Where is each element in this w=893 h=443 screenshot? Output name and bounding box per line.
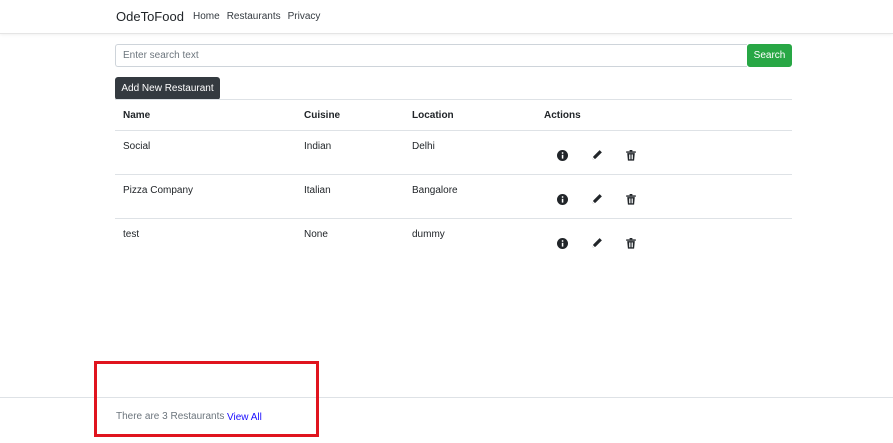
restaurants-table: Name Cuisine Location Actions Social Indi…: [115, 99, 792, 263]
cell-cuisine: None: [304, 229, 328, 240]
cell-name: test: [123, 229, 140, 240]
cell-name: Pizza Company: [115, 174, 296, 219]
trash-icon[interactable]: [622, 148, 639, 162]
view-all-link[interactable]: View All: [227, 412, 262, 423]
restaurant-count-text: There are 3 Restaurants: [116, 411, 225, 422]
cell-actions: [536, 174, 792, 219]
row-actions: [544, 236, 784, 250]
pencil-icon[interactable]: [588, 192, 605, 206]
brand-link[interactable]: OdeToFood: [116, 9, 184, 24]
trash-icon[interactable]: [622, 192, 639, 206]
nav-restaurants-link[interactable]: Restaurants: [227, 11, 281, 22]
search-button[interactable]: Search: [747, 44, 792, 67]
row-actions: [544, 148, 784, 162]
row-actions: [544, 192, 784, 206]
cell-location: Delhi: [404, 130, 536, 175]
add-restaurant-button[interactable]: Add New Restaurant: [115, 77, 220, 100]
cell-location: dummy: [412, 229, 445, 240]
navbar: OdeToFood Home Restaurants Privacy: [0, 0, 893, 34]
table-row: Social Indian Delhi: [115, 130, 792, 175]
pencil-icon[interactable]: [588, 236, 605, 250]
header-name: Name: [115, 99, 296, 131]
table-row: Pizza Company Italian Bangalore: [115, 174, 792, 219]
cell-actions: [536, 219, 792, 263]
table-header-row: Name Cuisine Location Actions: [115, 99, 792, 131]
nav-privacy-link[interactable]: Privacy: [288, 11, 321, 22]
cell-cuisine: Indian: [296, 130, 404, 175]
footer: There are 3 Restaurants View All: [0, 397, 893, 443]
info-icon[interactable]: [554, 236, 571, 250]
nav-home-link[interactable]: Home: [193, 11, 220, 22]
cell-location: Bangalore: [404, 174, 536, 219]
table-row: test None dummy: [115, 219, 792, 263]
cell-name: Social: [115, 130, 296, 175]
header-actions: Actions: [536, 99, 792, 131]
header-cuisine: Cuisine: [296, 99, 404, 131]
cell-actions: [536, 130, 792, 175]
search-form: Search: [115, 44, 792, 67]
table-body: Social Indian Delhi Pizza Company Italian Ban…: [115, 130, 792, 263]
cell-cuisine: Italian: [296, 174, 404, 219]
nav-links: Home Restaurants Privacy: [193, 11, 320, 22]
info-icon[interactable]: [554, 192, 571, 206]
header-location: Location: [404, 99, 536, 131]
trash-icon[interactable]: [622, 236, 639, 250]
pencil-icon[interactable]: [588, 148, 605, 162]
search-input[interactable]: [115, 44, 747, 67]
info-icon[interactable]: [554, 148, 571, 162]
